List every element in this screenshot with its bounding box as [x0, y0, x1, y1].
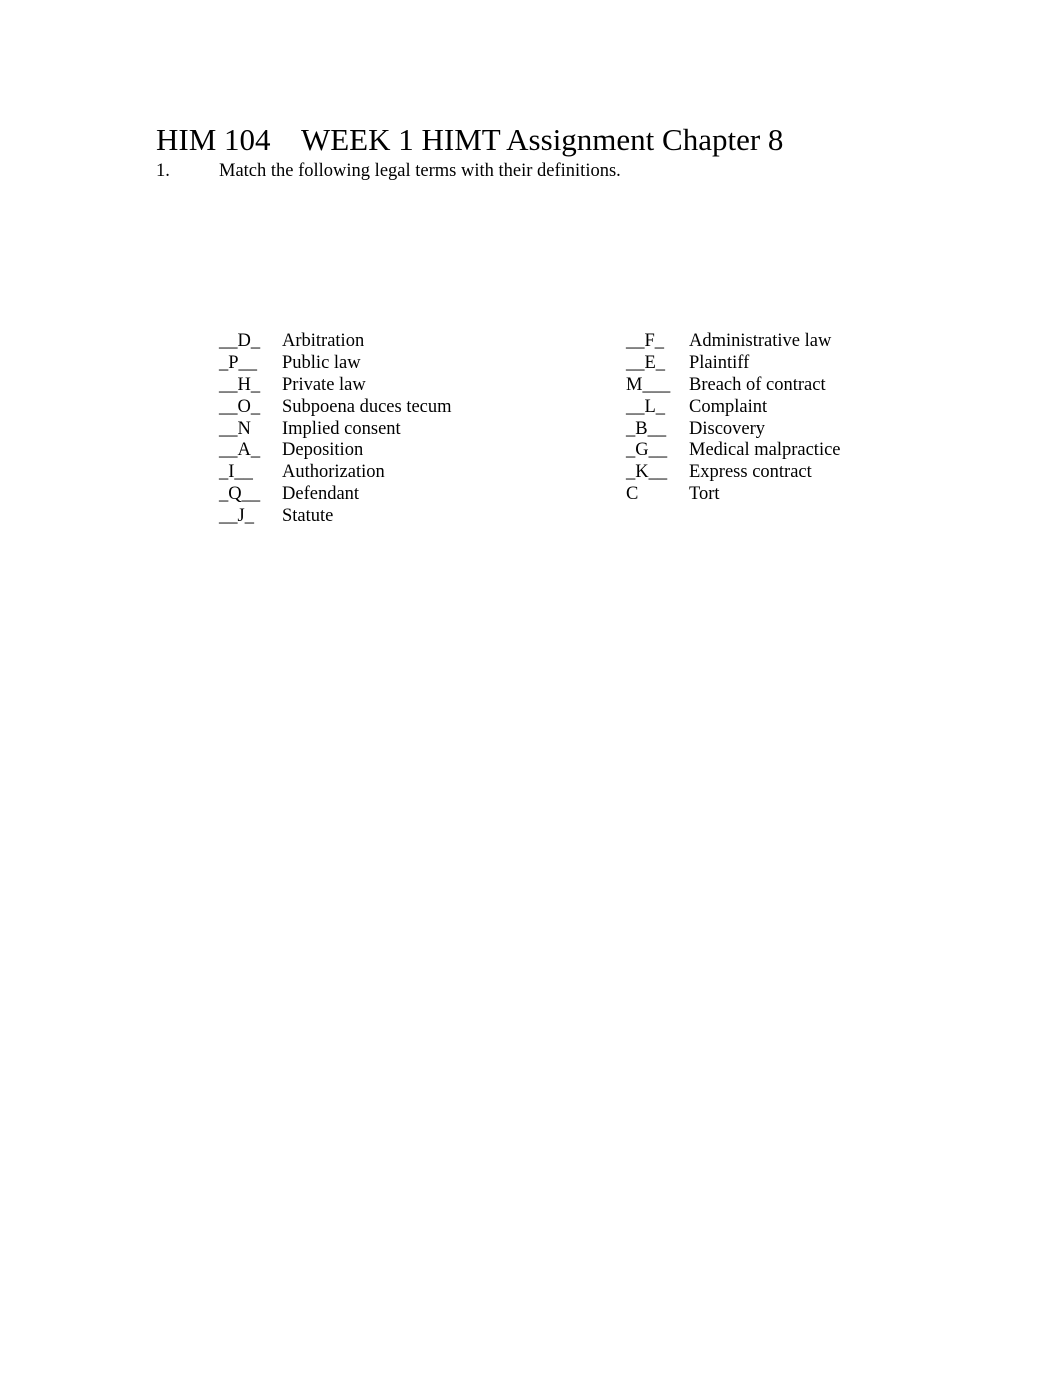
- legal-term: Private law: [282, 374, 366, 395]
- answer-blank: __F_: [626, 331, 665, 351]
- legal-term: Authorization: [282, 462, 385, 483]
- answer-blank: __A_: [219, 440, 261, 461]
- legal-term: Subpoena duces tecum: [282, 396, 452, 417]
- legal-term: Breach of contract: [689, 374, 826, 395]
- answer-blank: _G__: [626, 440, 668, 461]
- answer-blank: M___: [626, 374, 671, 395]
- answer-blank: C: [626, 484, 639, 505]
- answer-blank: __E_: [626, 352, 666, 373]
- legal-term: Defendant: [282, 484, 360, 505]
- legal-term: Medical malpractice: [689, 440, 841, 461]
- legal-term: Express contract: [689, 462, 812, 483]
- legal-term: Arbitration: [282, 331, 365, 351]
- legal-term: Complaint: [689, 396, 768, 417]
- answer-blank: __J_: [219, 506, 254, 527]
- answer-blank: __L_: [626, 396, 666, 417]
- answer-blank: _Q__: [219, 484, 261, 505]
- legal-term: Discovery: [689, 418, 766, 439]
- answer-blank: _B__: [626, 418, 667, 439]
- legal-term: Tort: [689, 484, 720, 505]
- legal-term: Statute: [282, 506, 334, 527]
- question-number: 1.: [156, 161, 170, 181]
- answer-blank: _I__: [219, 462, 253, 483]
- answer-blank: _P__: [219, 352, 258, 373]
- legal-term: Public law: [282, 352, 361, 373]
- answer-blank: _K__: [626, 462, 668, 483]
- answer-blank: __H_: [219, 374, 261, 395]
- answer-blank: __D_: [219, 331, 261, 351]
- answer-blank: __N: [219, 418, 251, 439]
- page-title: HIM 104 WEEK 1 HIMT Assignment Chapter 8: [156, 122, 784, 157]
- legal-term: Implied consent: [282, 418, 401, 439]
- legal-term: Plaintiff: [689, 352, 750, 373]
- legal-term: Administrative law: [689, 331, 832, 351]
- legal-term: Deposition: [282, 440, 364, 461]
- answer-blank: __O_: [219, 396, 261, 417]
- question-prompt: Match the following legal terms with the…: [219, 161, 621, 181]
